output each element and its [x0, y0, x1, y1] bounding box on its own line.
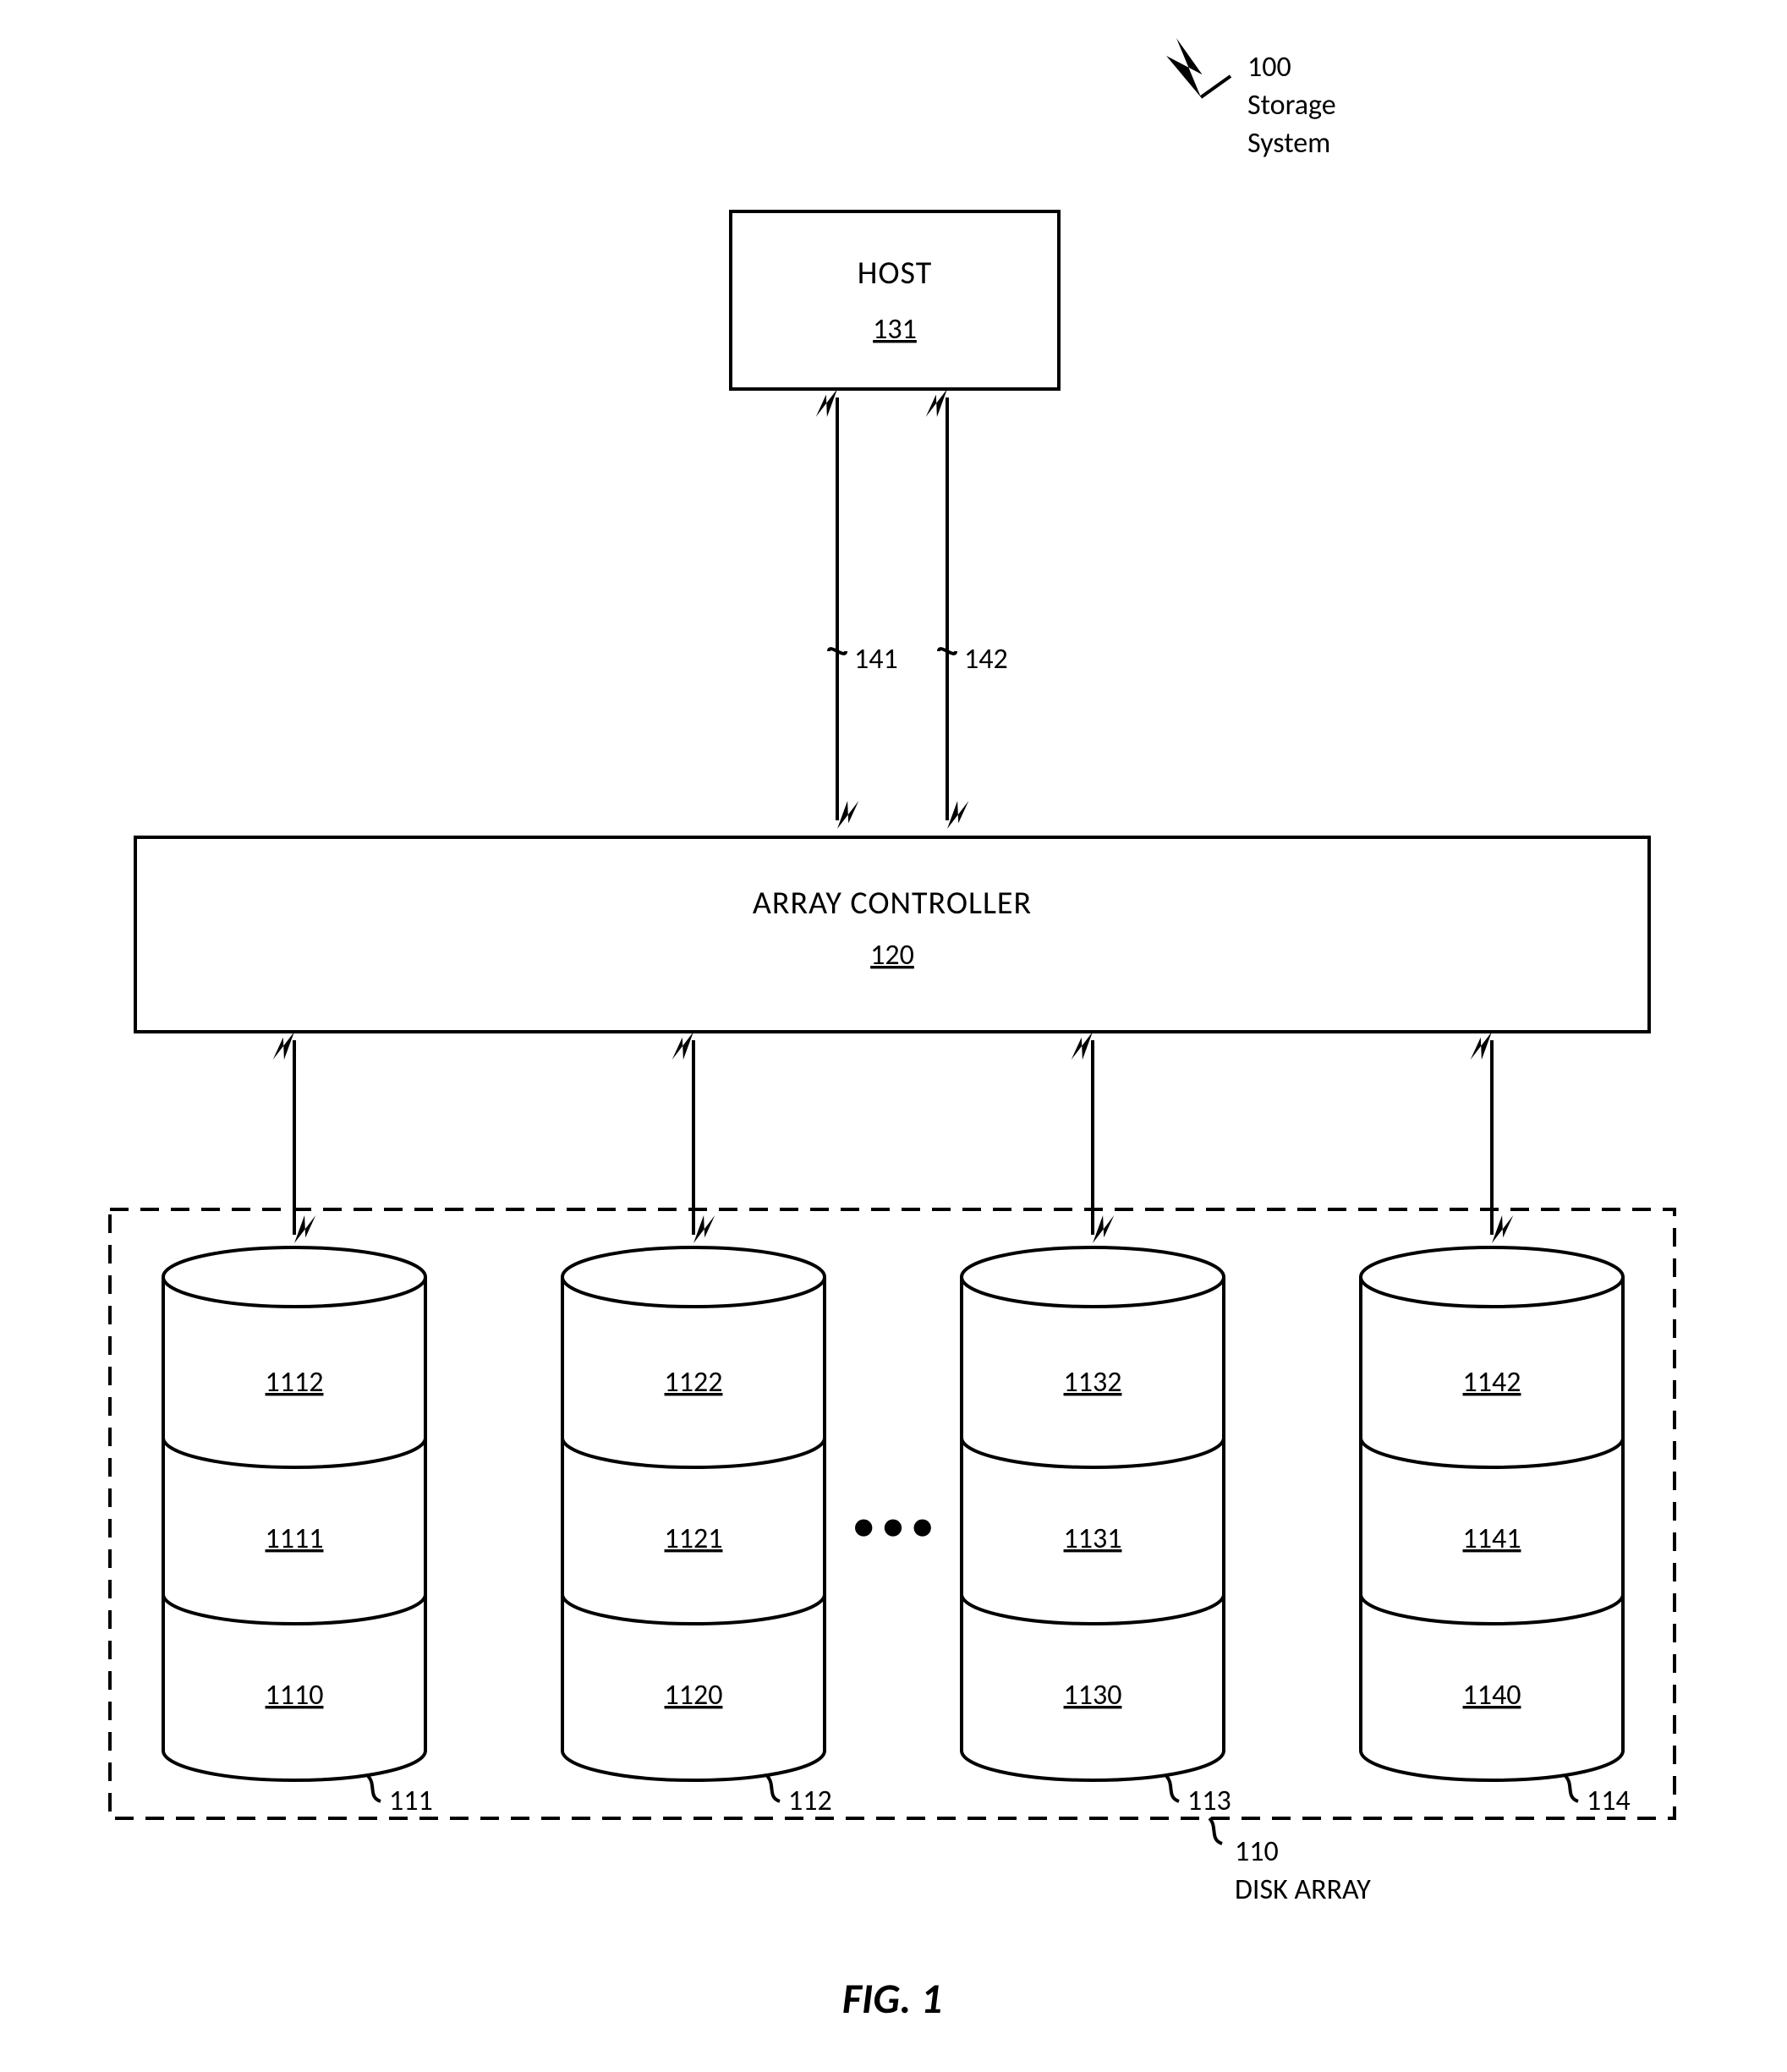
disk-row: 1112 1111 1110 111 1122 1121 1120 112 • … — [163, 1247, 1631, 1818]
host-label: HOST — [858, 254, 933, 293]
figure-caption: FIG. 1 — [842, 1973, 942, 2025]
ctrl-disk-arrow — [1072, 1032, 1115, 1243]
ellipsis: • • • — [853, 1500, 932, 1550]
disk-segment: 1131 — [1064, 1521, 1122, 1556]
disk-segment: 1122 — [665, 1365, 723, 1400]
controller-disk-links — [273, 1032, 1514, 1243]
controller-ref: 120 — [870, 938, 914, 973]
disk-ref: 114 — [1587, 1784, 1631, 1818]
host-ref: 131 — [873, 312, 917, 347]
link-left-ref: 141 — [854, 642, 898, 677]
disk: 1132 1131 1130 113 — [962, 1247, 1231, 1818]
disk-segment: 1111 — [266, 1521, 324, 1556]
array-controller-block: ARRAY CONTROLLER 120 — [135, 837, 1649, 1032]
disk-segment: 1141 — [1463, 1521, 1521, 1556]
disk-segment: 1110 — [266, 1678, 324, 1713]
disk-array-group: 110 DISK ARRAY — [110, 1209, 1675, 1907]
storage-system-diagram: 100 Storage System HOST 131 141 142 ARRA… — [0, 0, 1787, 2072]
annotation-line1: Storage — [1247, 88, 1336, 123]
link-right-ref: 142 — [964, 642, 1008, 677]
disk: 1122 1121 1120 112 — [562, 1247, 832, 1818]
disk-array-label: DISK ARRAY — [1235, 1872, 1371, 1907]
disk-ref: 113 — [1187, 1784, 1231, 1818]
figure-annotation: 100 Storage System — [1157, 38, 1336, 161]
disk-segment: 1132 — [1064, 1365, 1122, 1400]
host-block: HOST 131 — [731, 211, 1059, 389]
ctrl-disk-arrow — [273, 1032, 316, 1243]
disk-segment: 1130 — [1064, 1678, 1122, 1713]
disk-array-ref: 110 — [1235, 1834, 1279, 1869]
disk-ref: 111 — [389, 1784, 433, 1818]
disk-ref: 112 — [788, 1784, 832, 1818]
disk: 1142 1141 1140 114 — [1361, 1247, 1631, 1818]
annotation-ref: 100 — [1247, 50, 1291, 85]
ctrl-disk-arrow — [1471, 1032, 1514, 1243]
host-controller-links: 141 142 — [816, 389, 1008, 829]
disk-segment: 1142 — [1463, 1365, 1521, 1400]
ctrl-disk-arrow — [672, 1032, 715, 1243]
controller-label: ARRAY CONTROLLER — [753, 884, 1032, 923]
disk-segment: 1121 — [665, 1521, 723, 1556]
disk-segment: 1120 — [665, 1678, 723, 1713]
annotation-line2: System — [1247, 126, 1330, 161]
disk: 1112 1111 1110 111 — [163, 1247, 433, 1818]
disk-segment: 1112 — [266, 1365, 324, 1400]
disk-segment: 1140 — [1463, 1678, 1521, 1713]
